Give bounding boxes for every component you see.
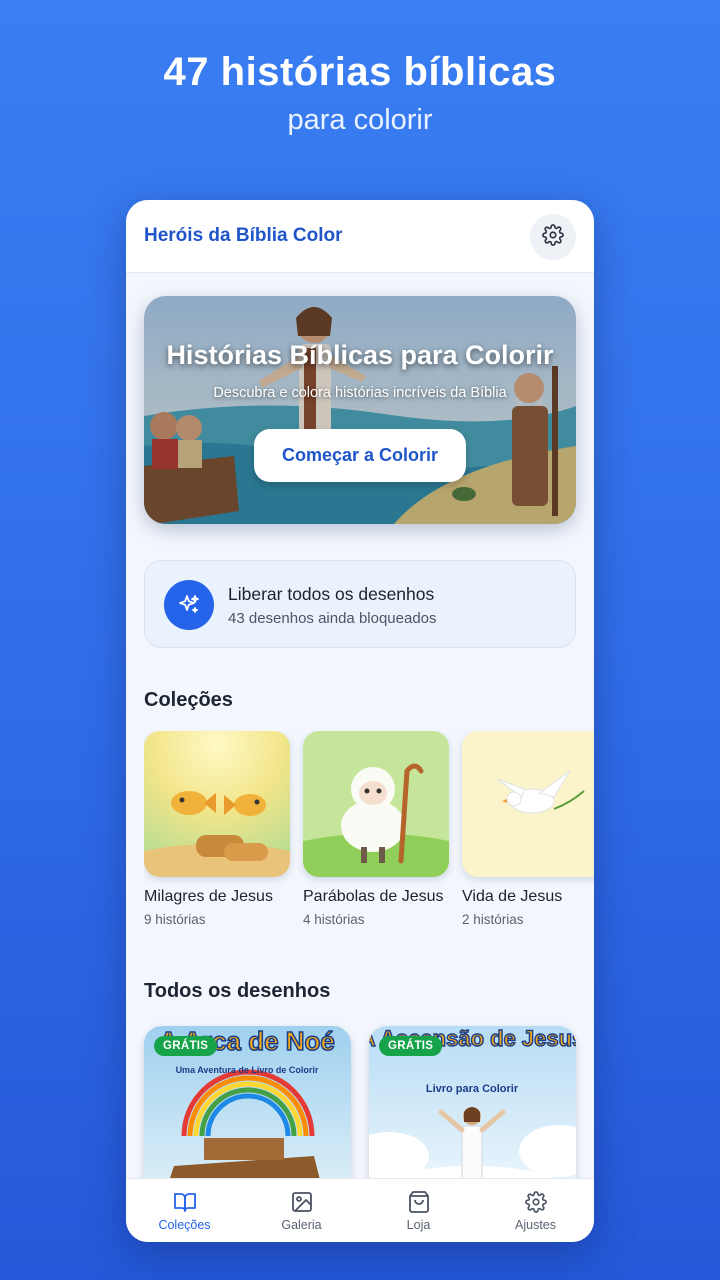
unlock-all-card[interactable]: Liberar todos os desenhos 43 desenhos ai… (144, 560, 576, 648)
drawing-cover-subtitle: Uma Aventura de Livro de Colorir (176, 1065, 319, 1075)
collections-carousel[interactable]: Milagres de Jesus 9 histórias Parábolas … (144, 731, 594, 931)
bottom-navigation: Coleções Galeria Loja Ajustes (126, 1178, 594, 1242)
hero-illustration (144, 296, 576, 524)
gear-icon (542, 223, 564, 251)
nav-label: Coleções (158, 1217, 211, 1232)
nav-label: Ajustes (515, 1217, 556, 1232)
sparkles-icon (164, 580, 214, 630)
collection-name: Vida de Jesus (462, 888, 563, 905)
app-title: Heróis da Bíblia Color (144, 225, 343, 246)
settings-button[interactable] (530, 214, 576, 260)
nav-item-collections[interactable]: Coleções (126, 1179, 243, 1242)
nav-item-gallery[interactable]: Galeria (243, 1179, 360, 1242)
drawing-card[interactable]: A Arca de Noé Uma Aventura de Livro de C… (144, 1026, 351, 1196)
hero-subtitle: Descubra e colora histórias incríveis da… (213, 385, 507, 401)
nav-label: Galeria (281, 1217, 322, 1232)
collection-card[interactable]: Milagres de Jesus 9 histórias (144, 731, 290, 927)
collection-name: Parábolas de Jesus (303, 888, 444, 905)
drawings-grid: A Arca de Noé Uma Aventura de Livro de C… (144, 1026, 576, 1196)
collection-thumbnail (144, 731, 290, 877)
promo-title: 47 histórias bíblicas (163, 50, 557, 94)
phone-frame: Heróis da Bíblia Color Histórias Bíblica… (126, 200, 594, 1242)
nav-item-settings[interactable]: Ajustes (477, 1179, 594, 1242)
gear-icon (524, 1190, 547, 1214)
collection-thumbnail (303, 731, 449, 877)
collection-name: Milagres de Jesus (144, 888, 273, 905)
collection-count: 4 histórias (303, 912, 365, 927)
hero-banner: Histórias Bíblicas para Colorir Descubra… (144, 296, 576, 524)
book-open-icon (173, 1190, 197, 1214)
collections-heading: Coleções (144, 689, 233, 711)
hero-title: Histórias Bíblicas para Colorir (166, 340, 554, 370)
collection-thumbnail (462, 731, 594, 877)
image-icon (290, 1190, 314, 1214)
drawing-card[interactable]: A Ascensão de Jesus Livro para Colorir G… (369, 1026, 576, 1196)
nav-item-store[interactable]: Loja (360, 1179, 477, 1242)
unlock-title: Liberar todos os desenhos (228, 584, 435, 604)
collection-card[interactable]: Parábolas de Jesus 4 histórias (303, 731, 449, 927)
free-badge: GRÁTIS (154, 1036, 218, 1056)
collection-card[interactable]: Vida de Jesus 2 histórias (462, 731, 594, 927)
shopping-bag-icon (407, 1190, 431, 1214)
all-drawings-heading: Todos os desenhos (144, 980, 331, 1002)
nav-label: Loja (406, 1217, 431, 1232)
start-coloring-button[interactable]: Começar a Colorir (254, 429, 466, 482)
collection-count: 9 histórias (144, 912, 206, 927)
unlock-subtitle: 43 desenhos ainda bloqueados (228, 610, 437, 627)
collection-count: 2 histórias (462, 912, 524, 927)
free-badge: GRÁTIS (379, 1036, 443, 1056)
drawing-cover-subtitle: Livro para Colorir (426, 1083, 519, 1095)
promo-subtitle: para colorir (287, 104, 433, 136)
app-header: Heróis da Bíblia Color (126, 200, 594, 273)
